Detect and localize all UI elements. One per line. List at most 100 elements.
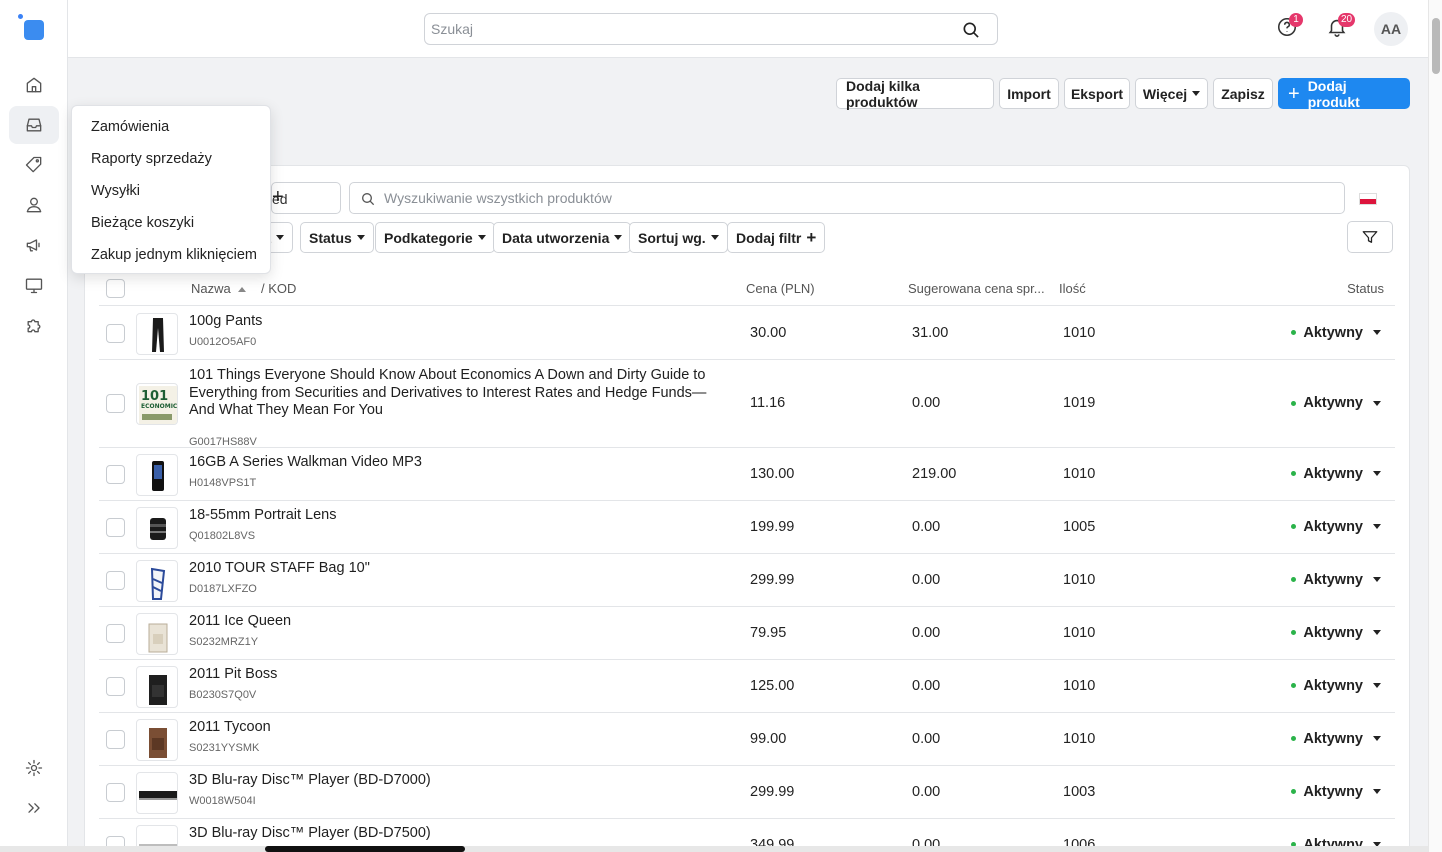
sort-by-chip[interactable]: Sortuj wg. [629,222,728,253]
monitor-icon[interactable] [9,266,59,304]
product-price[interactable]: 199.99 [750,519,794,535]
vertical-scrollbar-thumb[interactable] [1432,18,1440,74]
row-checkbox[interactable] [106,464,125,484]
product-price[interactable]: 30.00 [750,325,786,341]
row-checkbox[interactable] [106,782,125,802]
product-search[interactable] [349,182,1345,214]
product-quantity[interactable]: 1003 [1063,784,1095,800]
app-logo[interactable] [18,14,46,42]
product-msrp[interactable]: 0.00 [912,395,940,411]
product-name[interactable]: 2011 Ice Queen [189,613,719,631]
horizontal-scrollbar-thumb[interactable] [265,846,465,852]
product-msrp[interactable]: 0.00 [912,572,940,588]
tag-icon[interactable] [9,146,59,184]
product-name[interactable]: 16GB A Series Walkman Video MP3 [189,454,719,472]
table-row[interactable]: 100g Pants U0012O5AF0 30.00 31.00 1010 Aktywn… [99,307,1395,360]
user-icon[interactable] [9,186,59,224]
status-dropdown[interactable]: Aktywny [1291,466,1381,482]
price-column-header[interactable]: Cena (PLN) [746,281,815,296]
table-row[interactable]: 2011 Pit Boss B0230S7Q0V 125.00 0.00 1010 Akt… [99,660,1395,713]
add-filter-chip[interactable]: Dodaj filtr + [727,222,826,253]
horizontal-scrollbar[interactable] [0,846,1428,852]
table-row[interactable]: 2010 TOUR STAFF Bag 10" D0187LXFZO 299.99 0… [99,554,1395,607]
status-dropdown[interactable]: Aktywny [1291,625,1381,641]
status-dropdown[interactable]: Aktywny [1291,678,1381,694]
product-quantity[interactable]: 1010 [1063,466,1095,482]
product-thumbnail[interactable] [136,665,178,708]
product-quantity[interactable]: 1019 [1063,395,1095,411]
name-column-header[interactable]: Nazwa [191,281,247,296]
table-row[interactable]: 16GB A Series Walkman Video MP3 H0148VPS1… [99,448,1395,501]
product-msrp[interactable]: 0.00 [912,784,940,800]
code-column-header[interactable]: / KOD [261,281,296,296]
status-dropdown[interactable]: Aktywny [1291,572,1381,588]
product-name[interactable]: 2011 Pit Boss [189,666,719,684]
add-view-plus-icon[interactable]: + [272,187,328,207]
row-checkbox[interactable] [106,517,125,537]
product-quantity[interactable]: 1010 [1063,325,1095,341]
notifications-button[interactable]: 20 [1326,13,1356,40]
product-quantity[interactable]: 1010 [1063,625,1095,641]
product-quantity[interactable]: 1010 [1063,572,1095,588]
row-checkbox[interactable] [106,676,125,696]
product-name[interactable]: 2011 Tycoon [189,719,719,737]
product-thumbnail[interactable]: 101 ECONOMICS [136,383,178,425]
table-row[interactable]: 18-55mm Portrait Lens Q01802L8VS 199.99 0.0… [99,501,1395,554]
product-thumbnail[interactable] [136,612,178,655]
row-checkbox[interactable] [106,394,125,413]
product-price[interactable]: 79.95 [750,625,786,641]
filter-funnel-button[interactable] [1347,221,1393,253]
product-name[interactable]: 18-55mm Portrait Lens [189,507,719,525]
settings-gear-icon[interactable] [9,749,59,787]
more-button[interactable]: Więcej [1135,78,1208,109]
product-thumbnail[interactable] [136,771,178,814]
status-dropdown[interactable]: Aktywny [1291,395,1381,411]
help-button[interactable]: 1 [1276,13,1303,40]
msrp-column-header[interactable]: Sugerowana cena spr... [908,281,1045,296]
quantity-column-header[interactable]: Ilość [1059,281,1086,296]
saved-view-tab[interactable]: ed + [271,182,341,214]
status-dropdown[interactable]: Aktywny [1291,731,1381,747]
filter-subcategories-chip[interactable]: Podkategorie [375,222,495,253]
product-thumbnail[interactable] [136,453,178,496]
avatar[interactable]: AA [1374,12,1408,46]
row-checkbox[interactable] [106,323,125,343]
export-button[interactable]: Eksport [1064,78,1130,109]
product-thumbnail[interactable] [136,312,178,355]
vertical-scrollbar[interactable] [1428,0,1442,852]
product-price[interactable]: 299.99 [750,572,794,588]
product-price[interactable]: 130.00 [750,466,794,482]
menu-item-orders[interactable]: Zamówienia [91,119,169,135]
product-thumbnail[interactable] [136,506,178,549]
product-name[interactable]: 2010 TOUR STAFF Bag 10" [189,560,719,578]
menu-item-one-click-purchase[interactable]: Zakup jednym kliknięciem [91,247,257,263]
product-price[interactable]: 299.99 [750,784,794,800]
product-thumbnail[interactable] [136,559,178,602]
table-row[interactable]: 2011 Tycoon S0231YYSMK 99.00 0.00 1010 Aktywn… [99,713,1395,766]
global-search[interactable] [424,13,998,45]
save-button[interactable]: Zapisz [1213,78,1273,109]
product-price[interactable]: 11.16 [750,395,785,411]
status-column-header[interactable]: Status [1347,281,1384,296]
language-flag-pl-icon[interactable] [1359,193,1377,205]
row-checkbox[interactable] [106,729,125,749]
add-product-button[interactable]: + Dodaj produkt [1278,78,1410,110]
product-msrp[interactable]: 31.00 [912,325,948,341]
product-name[interactable]: 3D Blu-ray Disc™ Player (BD-D7500) [189,825,719,843]
expand-sidebar-icon[interactable] [9,789,59,827]
menu-item-current-carts[interactable]: Bieżące koszyki [91,215,194,231]
home-icon[interactable] [9,66,59,104]
product-msrp[interactable]: 0.00 [912,519,940,535]
product-name[interactable]: 101 Things Everyone Should Know About Ec… [189,367,719,420]
product-msrp[interactable]: 0.00 [912,731,940,747]
product-name[interactable]: 100g Pants [189,313,719,331]
table-row[interactable]: 2011 Ice Queen S0232MRZ1Y 79.95 0.00 1010 Akt… [99,607,1395,660]
menu-item-sales-reports[interactable]: Raporty sprzedaży [91,151,212,167]
puzzle-icon[interactable] [9,306,59,344]
product-msrp[interactable]: 0.00 [912,625,940,641]
status-dropdown[interactable]: Aktywny [1291,784,1381,800]
product-quantity[interactable]: 1010 [1063,731,1095,747]
row-checkbox[interactable] [106,570,125,590]
select-all-checkbox[interactable] [106,279,125,298]
add-many-products-button[interactable]: Dodaj kilka produktów [836,78,994,110]
